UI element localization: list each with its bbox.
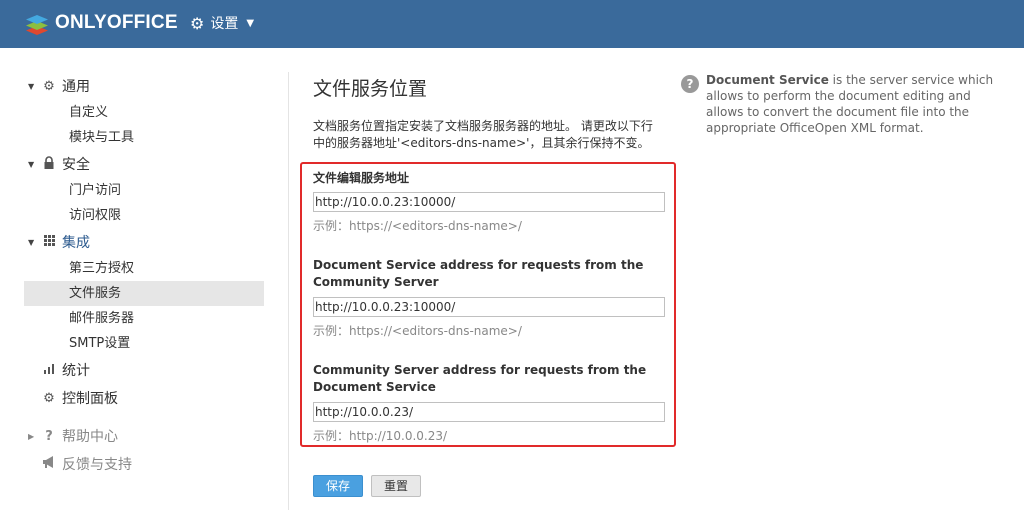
sidebar-section-label: 控制面板 <box>62 391 118 407</box>
collapse-triangle-icon[interactable]: ▼ <box>28 160 34 169</box>
sidebar-item-third-party-auth[interactable]: 第三方授权 <box>24 256 264 281</box>
sidebar-section-label: 反馈与支持 <box>62 457 132 473</box>
collapse-triangle-icon[interactable]: ▼ <box>28 82 34 91</box>
sidebar-item-customization[interactable]: 自定义 <box>24 100 264 125</box>
collapse-triangle-icon[interactable]: ▼ <box>28 238 34 247</box>
chevron-down-icon: ▼ <box>246 17 255 29</box>
docservice-address-input[interactable] <box>313 297 665 317</box>
settings-menu-button[interactable]: ⚙ 设置 ▼ <box>190 13 254 33</box>
grid-icon <box>41 234 57 250</box>
field-label-docservice-address: Document Service address for requests fr… <box>313 258 644 289</box>
sidebar-section-label: 统计 <box>62 363 90 379</box>
sidebar-section-general[interactable]: ▼ ⚙ 通用 <box>24 72 264 100</box>
lock-icon <box>41 155 57 173</box>
sidebar-section-security[interactable]: ▼ 安全 <box>24 150 264 178</box>
app-name[interactable]: ONLYOFFICE <box>55 12 178 34</box>
sidebar-item-portal-access[interactable]: 门户访问 <box>24 178 264 203</box>
settings-label: 设置 <box>210 16 239 32</box>
community-address-input[interactable] <box>313 402 665 422</box>
editors-address-input[interactable] <box>313 192 665 212</box>
expand-triangle-icon[interactable]: ▶ <box>28 432 34 441</box>
sidebar-item-smtp-settings[interactable]: SMTP设置 <box>24 331 264 356</box>
page-description: 文档服务位置指定安装了文档服务服务器的地址。 请更改以下行中的服务器地址'<ed… <box>313 119 653 150</box>
help-title: Document Service <box>706 73 829 87</box>
save-button[interactable]: 保存 <box>313 475 363 497</box>
field-label-editors-address: 文件编辑服务地址 <box>313 171 410 185</box>
sidebar-nav: ▼ ⚙ 通用 自定义 模块与工具 ▼ 安全 门户访问 访问权限 ▼ 集成 第三方… <box>24 72 264 478</box>
sidebar-section-label: 帮助中心 <box>62 429 118 445</box>
megaphone-icon <box>41 456 57 472</box>
divider <box>288 72 289 510</box>
sidebar-section-feedback[interactable]: 反馈与支持 <box>24 450 264 478</box>
gear-icon: ⚙ <box>190 13 205 33</box>
sidebar-item-access-rights[interactable]: 访问权限 <box>24 203 264 228</box>
sidebar-section-statistics[interactable]: 统计 <box>24 356 264 384</box>
field-hint: 示例：https://<editors-dns-name>/ <box>313 219 522 233</box>
gear-icon: ⚙ <box>43 78 55 94</box>
help-question-icon: ? <box>681 75 699 93</box>
sidebar-item-mail-server[interactable]: 邮件服务器 <box>24 306 264 331</box>
help-panel: Document Service is the server service w… <box>706 72 1011 136</box>
field-label-community-address: Community Server address for requests fr… <box>313 363 647 394</box>
main-content: 文件服务位置 文档服务位置指定安装了文档服务服务器的地址。 请更改以下行中的服务… <box>313 72 678 152</box>
sidebar-item-document-service[interactable]: 文件服务 <box>24 281 264 306</box>
question-icon: ? <box>45 428 53 444</box>
sidebar-section-label: 通用 <box>62 79 90 95</box>
top-bar: ONLYOFFICE ⚙ 设置 ▼ <box>0 0 1024 48</box>
sidebar-section-help-center[interactable]: ▶ ? 帮助中心 <box>24 422 264 450</box>
sidebar-item-modules-tools[interactable]: 模块与工具 <box>24 125 264 150</box>
reset-button[interactable]: 重置 <box>371 475 421 497</box>
page-title: 文件服务位置 <box>313 78 428 100</box>
bar-chart-icon <box>41 363 57 378</box>
field-hint: 示例：https://<editors-dns-name>/ <box>313 324 522 338</box>
sidebar-section-control-panel[interactable]: ⚙ 控制面板 <box>24 384 264 412</box>
field-hint: 示例：http://10.0.0.23/ <box>313 429 448 443</box>
control-panel-icon: ⚙ <box>43 390 55 406</box>
sidebar-section-label: 集成 <box>62 235 90 251</box>
sidebar-section-integration[interactable]: ▼ 集成 <box>24 228 264 256</box>
onlyoffice-logo-icon[interactable] <box>24 11 50 37</box>
sidebar-section-label: 安全 <box>62 157 90 173</box>
